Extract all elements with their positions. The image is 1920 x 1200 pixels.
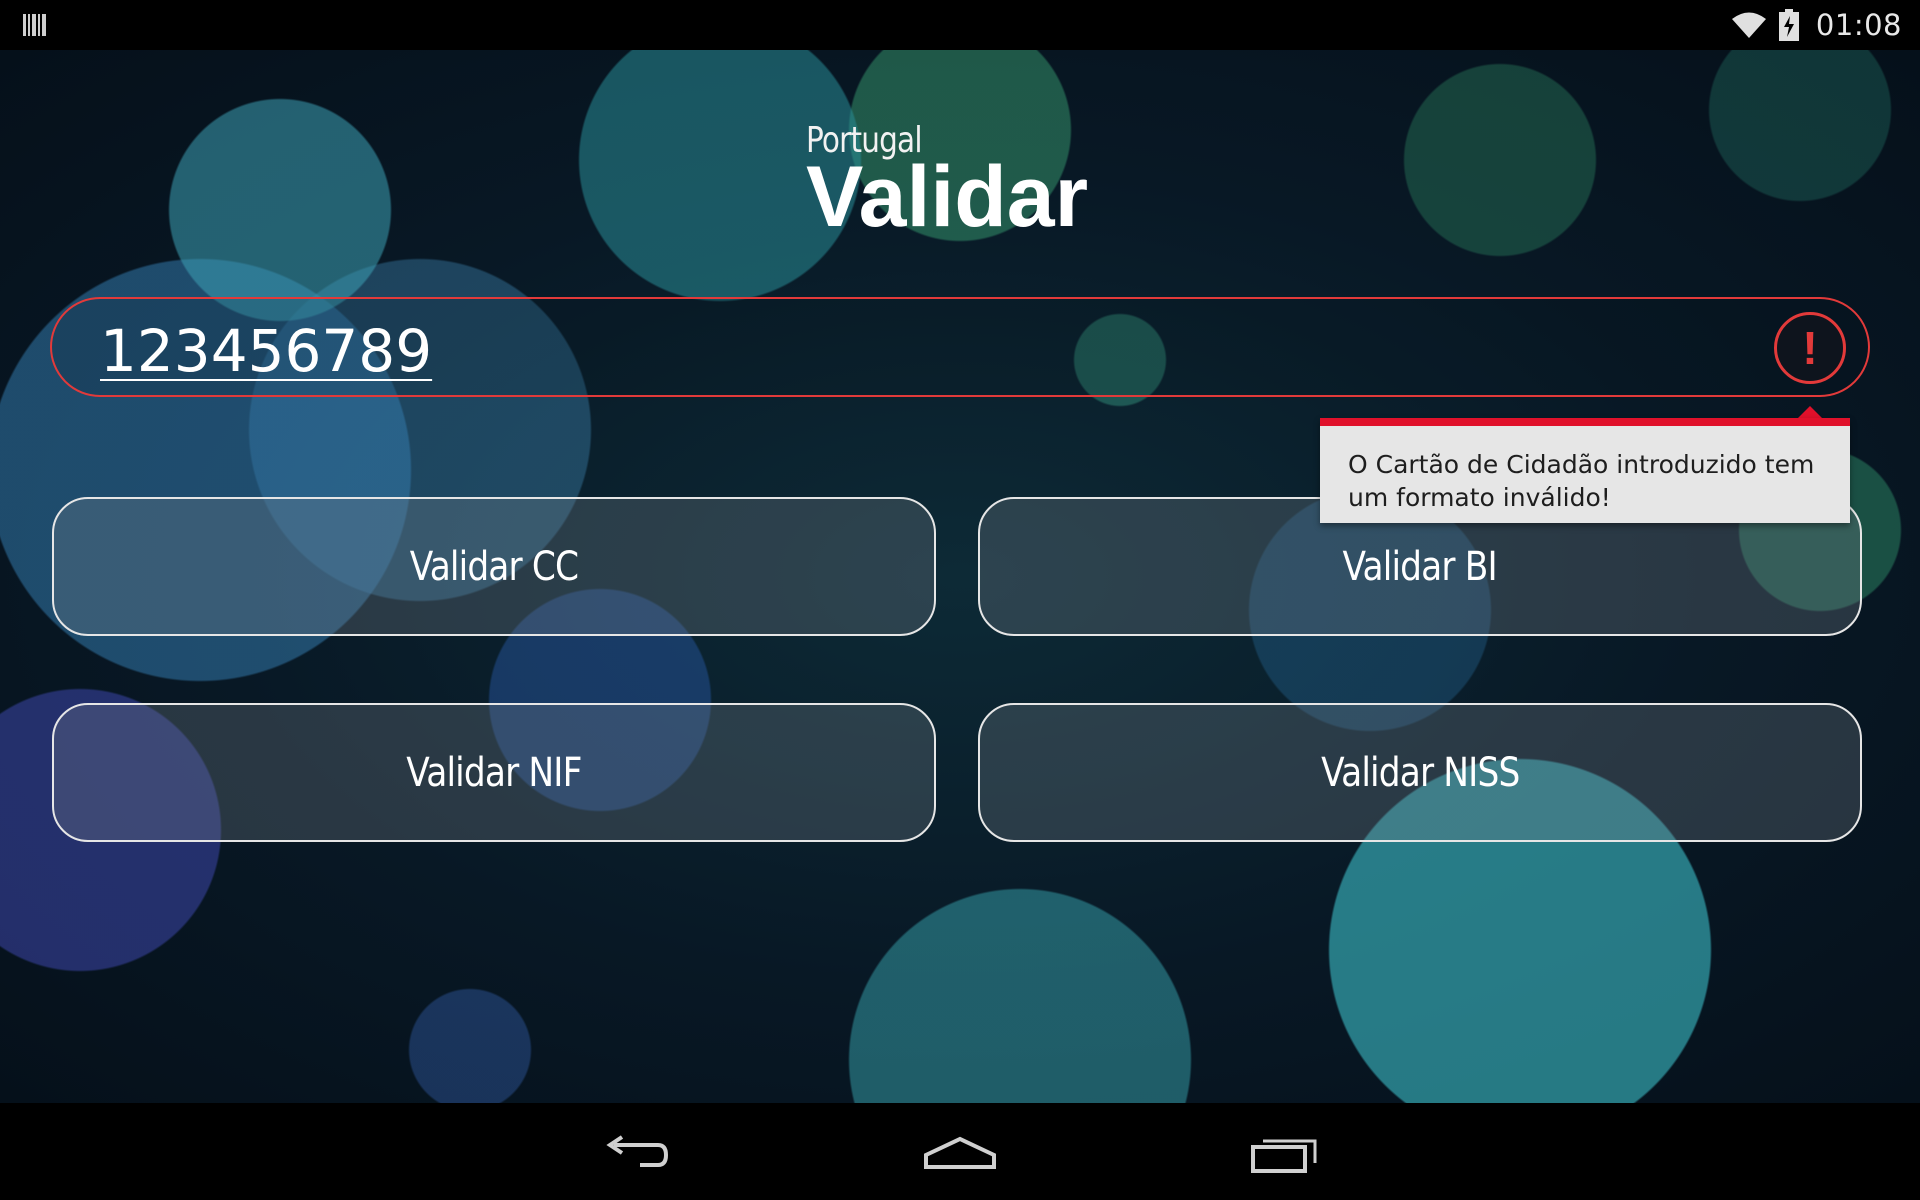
validar-niss-button[interactable]: Validar NISS <box>978 703 1862 842</box>
error-tooltip-message: O Cartão de Cidadão introduzido tem um f… <box>1348 450 1815 512</box>
error-icon[interactable]: ! <box>1774 312 1846 384</box>
error-tooltip: O Cartão de Cidadão introduzido tem um f… <box>1320 418 1850 523</box>
number-input[interactable]: 123456789 ! <box>50 297 1870 397</box>
home-icon <box>924 1136 996 1169</box>
home-button[interactable] <box>905 1125 1015 1181</box>
navigation-bar <box>0 1103 1920 1200</box>
recents-button[interactable] <box>1230 1125 1340 1181</box>
app-title-text: Validar <box>806 149 1089 245</box>
barcode-icon <box>23 14 46 36</box>
number-input-value[interactable]: 123456789 <box>100 317 432 385</box>
battery-charging-icon <box>1778 9 1799 41</box>
validar-niss-label: Validar NISS <box>1320 749 1520 796</box>
validar-nif-label: Validar NIF <box>406 749 582 796</box>
validar-nif-button[interactable]: Validar NIF <box>52 703 936 842</box>
validar-cc-button[interactable]: Validar CC <box>52 497 936 636</box>
status-icons: 01:08 <box>1730 6 1902 44</box>
validar-bi-label: Validar BI <box>1342 543 1498 590</box>
wifi-icon <box>1731 12 1766 38</box>
back-button[interactable] <box>580 1125 690 1181</box>
app-title: Portugal Validar <box>806 120 1089 245</box>
back-icon <box>606 1135 669 1167</box>
status-bar: 01:08 <box>0 0 1920 50</box>
recents-icon <box>1251 1139 1317 1173</box>
app-subtitle: Portugal <box>806 120 923 161</box>
clock: 01:08 <box>1815 8 1902 42</box>
validar-cc-label: Validar CC <box>409 543 579 590</box>
error-symbol: ! <box>1802 322 1818 374</box>
app-screen: 01:08 Portugal Validar 123456789 ! Valid… <box>0 0 1920 1200</box>
